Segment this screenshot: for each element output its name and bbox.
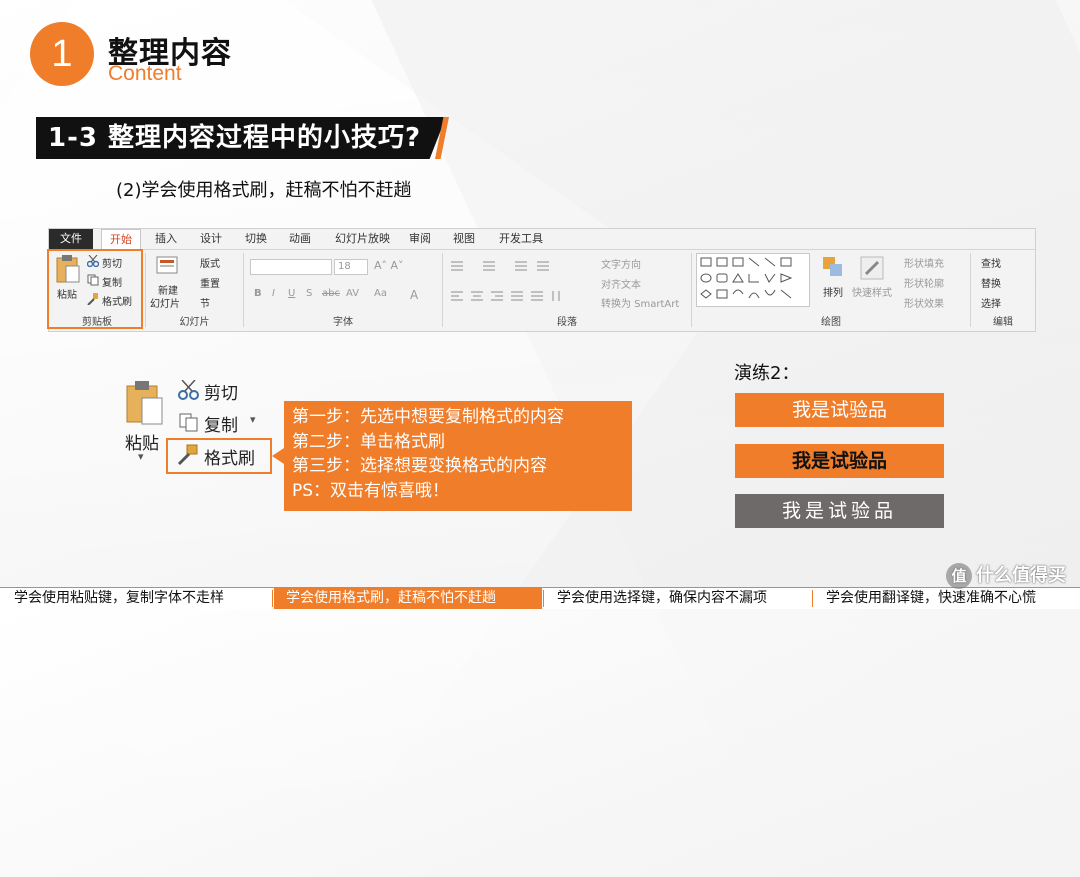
footer-item[interactable]: 学会使用选择键，确保内容不漏项 [557, 588, 807, 609]
section-subheading: (2)学会使用格式刷，赶稿不怕不赶趟 [116, 180, 412, 201]
shapes-gallery[interactable] [696, 253, 810, 307]
change-case-button[interactable]: Aa [374, 288, 387, 299]
footer-nav: 学会使用粘贴键，复制字体不走样 学会使用格式刷，赶稿不怕不赶趟 学会使用选择键，… [0, 587, 1080, 609]
new-slide-icon[interactable] [156, 254, 180, 278]
footer-divider [543, 590, 544, 607]
tab-slideshow[interactable]: 幻灯片放映 [335, 229, 390, 249]
char-spacing-button[interactable]: AV [346, 288, 359, 299]
callout-line: PS：双击有惊喜哦！ [292, 480, 450, 501]
practice-sample-box[interactable]: 我是试验品 [735, 393, 944, 427]
callout-line: 第一步：先选中想要复制格式的内容 [292, 407, 564, 427]
paragraph-group-label: 段落 [557, 317, 577, 328]
quick-styles-icon[interactable] [860, 256, 884, 280]
tab-home[interactable]: 开始 [101, 229, 141, 251]
slides-group-label: 幻灯片 [179, 317, 210, 328]
tab-file[interactable]: 文件 [49, 229, 93, 249]
watermark-text: 什么值得买 [976, 565, 1066, 586]
section-title: 1-3 整理内容过程中的小技巧? [48, 123, 422, 153]
font-group-label: 字体 [333, 317, 353, 328]
arrange-icon[interactable] [822, 256, 844, 278]
slides-group: 新建 幻灯片 版式 重置 节 幻灯片 [146, 250, 243, 330]
italic-button[interactable]: I [272, 288, 275, 299]
copy-large-button[interactable]: 复制 [204, 411, 238, 436]
shapes-icon [700, 257, 793, 299]
tab-design[interactable]: 设计 [200, 229, 222, 249]
footer-divider [812, 590, 813, 607]
footer-item[interactable]: 学会使用粘贴键，复制字体不走样 [14, 588, 270, 609]
ribbon: 文件 开始 插入 设计 切换 动画 幻灯片放映 审阅 视图 开发工具 粘贴 剪切… [48, 228, 1036, 332]
find-button[interactable]: 查找 [981, 255, 1001, 270]
tab-animations[interactable]: 动画 [289, 229, 311, 249]
shape-effects-button[interactable]: 形状效果 [904, 295, 944, 310]
footer-item-active[interactable]: 学会使用格式刷，赶稿不怕不赶趟 [274, 588, 542, 609]
font-name-combo[interactable] [250, 259, 332, 275]
tab-view[interactable]: 视图 [453, 229, 475, 249]
align-text-button[interactable]: 对齐文本 [601, 276, 641, 291]
callout-line: 第二步：单击格式刷 [292, 431, 445, 452]
arrange-button[interactable]: 排列 [823, 284, 843, 299]
practice-label: 演练2： [734, 363, 800, 384]
section-button[interactable]: 节 [200, 295, 210, 310]
instruction-callout: 第一步：先选中想要复制格式的内容 第二步：单击格式刷 第三步：选择想要变换格式的… [284, 401, 632, 511]
underline-button[interactable]: U [288, 288, 295, 299]
shape-fill-button[interactable]: 形状填充 [904, 255, 944, 270]
text-direction-button[interactable]: 文字方向 [601, 256, 641, 271]
shadow-button[interactable]: S [306, 288, 312, 299]
clipboard-highlight [47, 249, 143, 329]
watermark: 值什么值得买 [946, 561, 1066, 589]
copy-large-icon [179, 413, 198, 432]
paragraph-group: 文字方向 对齐文本 转换为 SmartArt 段落 [443, 250, 691, 330]
grow-font-icon[interactable]: A˄ A˅ [374, 259, 404, 272]
watermark-logo-icon: 值 [946, 563, 972, 589]
convert-smartart-button[interactable]: 转换为 SmartArt [601, 295, 679, 310]
reset-button[interactable]: 重置 [200, 275, 220, 290]
select-button[interactable]: 选择 [981, 295, 1001, 310]
callout-pointer [272, 448, 284, 464]
page-subtitle: Content [108, 62, 182, 85]
replace-button[interactable]: 替换 [981, 275, 1001, 290]
new-slide-label2[interactable]: 幻灯片 [150, 295, 180, 310]
font-group: 18 A˄ A˅ B I U S abc AV Aa A 字体 [244, 250, 442, 330]
chevron-down-icon[interactable]: ▾ [250, 413, 256, 426]
cut-large-button[interactable]: 剪切 [204, 379, 238, 404]
chevron-down-icon[interactable]: ▾ [138, 450, 144, 463]
align-buttons-icon[interactable] [449, 290, 589, 302]
list-buttons-icon[interactable] [449, 260, 569, 272]
footer-item[interactable]: 学会使用翻译键，快速准确不心慌 [826, 588, 1076, 609]
editing-group-label: 编辑 [993, 317, 1013, 328]
section-number-badge: 1 [30, 22, 94, 86]
drawing-group-label: 绘图 [821, 317, 841, 328]
callout-line: 第三步：选择想要变换格式的内容 [292, 456, 547, 476]
strikethrough-button[interactable]: abc [322, 288, 340, 299]
practice-sample-box[interactable]: 我是试验品 [735, 444, 944, 478]
tab-insert[interactable]: 插入 [155, 229, 177, 249]
quick-styles-button[interactable]: 快速样式 [852, 284, 892, 299]
tab-developer[interactable]: 开发工具 [499, 229, 543, 249]
font-size-combo[interactable]: 18 [334, 259, 368, 275]
bold-button[interactable]: B [254, 288, 262, 299]
editing-group: 查找 替换 选择 编辑 [971, 250, 1035, 330]
format-painter-highlight [166, 438, 272, 474]
practice-sample-box[interactable]: 我是试验品 [735, 494, 944, 528]
tab-transitions[interactable]: 切换 [245, 229, 267, 249]
shape-outline-button[interactable]: 形状轮廓 [904, 275, 944, 290]
section-title-bar: 1-3 整理内容过程中的小技巧? [36, 117, 446, 159]
layout-button[interactable]: 版式 [200, 255, 220, 270]
tab-review[interactable]: 审阅 [409, 229, 431, 249]
paste-large-icon[interactable] [124, 380, 168, 426]
font-color-button[interactable]: A [410, 288, 418, 302]
ribbon-tabs: 文件 开始 插入 设计 切换 动画 幻灯片放映 审阅 视图 开发工具 [49, 229, 1035, 251]
drawing-group: 排列 快速样式 形状填充 形状轮廓 形状效果 绘图 [692, 250, 970, 330]
scissors-large-icon [178, 380, 199, 400]
footer-divider [272, 590, 273, 607]
